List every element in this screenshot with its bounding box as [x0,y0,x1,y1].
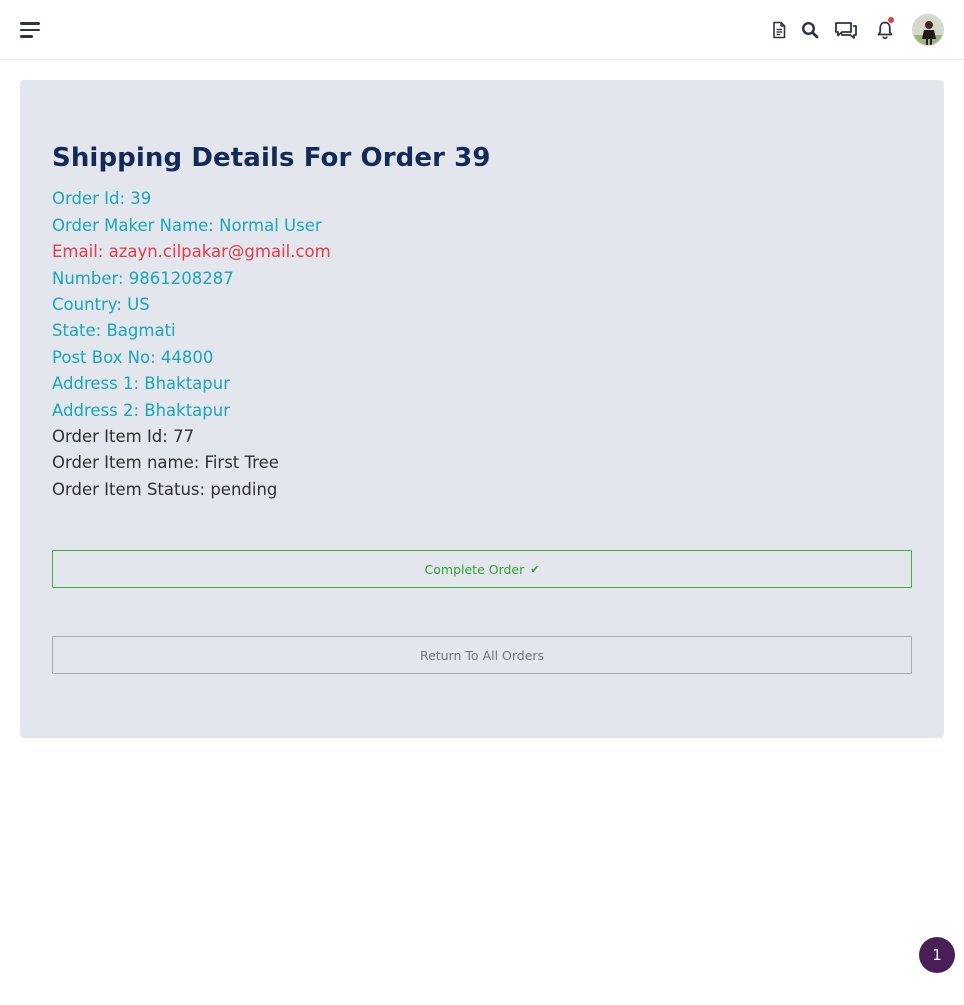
chat-icon[interactable] [830,14,862,46]
page-title: Shipping Details For Order 39 [52,143,491,173]
complete-order-button[interactable]: Complete Order ✔ [52,550,912,588]
order-id: Order Id: 39 [52,189,152,208]
return-label: Return To All Orders [419,647,545,663]
post-box-no: Post Box No: 44800 [52,348,214,367]
badge-count: 1 [932,946,942,964]
order-item-status: Order Item Status: pending [52,480,278,499]
address-2: Address 2: Bhaktapur [52,401,230,420]
menu-icon[interactable] [20,21,40,39]
order-item-id: Order Item Id: 77 [52,427,195,446]
phone-number: Number: 9861208287 [52,269,234,288]
email-value: Email: azayn.cilpakar@gmail.com [52,242,331,261]
user-avatar[interactable] [912,14,944,46]
top-navbar [0,0,964,60]
return-to-all-orders-button[interactable]: Return To All Orders [52,636,912,674]
order-maker-name: Order Maker Name: Normal User [52,216,322,235]
check-icon: ✔ [530,562,540,576]
bell-icon[interactable] [869,14,901,46]
search-icon[interactable] [794,14,826,46]
document-icon[interactable] [763,14,795,46]
address-1: Address 1: Bhaktapur [52,374,230,393]
floating-count-badge[interactable]: 1 [919,937,955,973]
notification-dot [888,17,894,23]
country: Country: US [52,295,150,314]
order-item-name: Order Item name: First Tree [52,453,279,472]
complete-order-label: Complete Order [424,561,525,577]
state: State: Bagmati [52,321,176,340]
